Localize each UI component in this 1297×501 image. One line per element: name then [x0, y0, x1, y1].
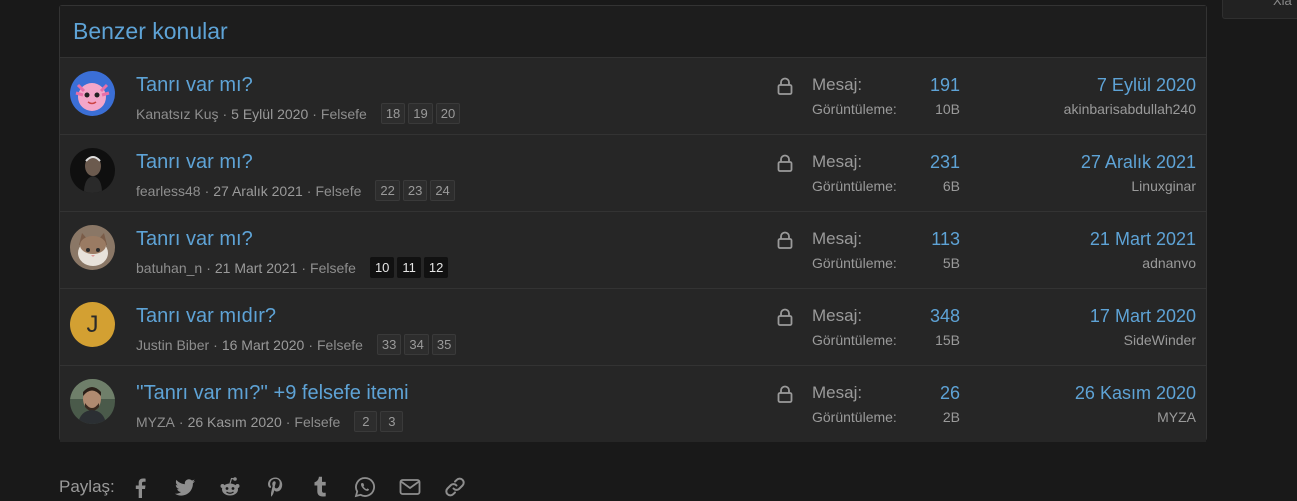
pinterest-icon[interactable]: [264, 476, 286, 498]
last-post-date-link[interactable]: 17 Mart 2020: [1090, 306, 1196, 327]
thread-author-link[interactable]: batuhan_n: [136, 260, 202, 276]
page-link[interactable]: 35: [431, 334, 457, 355]
last-post-date-link[interactable]: 7 Eylül 2020: [1097, 75, 1196, 96]
thread-author-link[interactable]: Justin Biber: [136, 337, 209, 353]
last-poster-link[interactable]: Linuxginar: [1131, 178, 1196, 194]
page-jump: 33 34 35: [376, 334, 457, 355]
page-link[interactable]: 19: [408, 103, 433, 124]
thread-start-date[interactable]: 16 Mart 2020: [222, 337, 305, 353]
last-poster-link[interactable]: SideWinder: [1124, 332, 1196, 348]
thread-start-date[interactable]: 27 Aralık 2021: [213, 183, 303, 199]
avatar[interactable]: [70, 148, 115, 193]
page-link[interactable]: 24: [430, 180, 455, 201]
thread-start-date[interactable]: 21 Mart 2021: [215, 260, 298, 276]
reddit-icon[interactable]: [219, 476, 241, 498]
page-link[interactable]: 23: [402, 180, 428, 201]
page-link[interactable]: 18: [380, 103, 406, 124]
thread-author-link[interactable]: fearless48: [136, 183, 201, 199]
thread-meta: fearless48 · 27 Aralık 2021 · Felsefe 22…: [136, 180, 455, 201]
thread-title-link[interactable]: Tanrı var mı?: [136, 74, 253, 97]
avatar[interactable]: [70, 71, 115, 116]
thread-meta: MYZA · 26 Kasım 2020 · Felsefe 2 3: [136, 411, 404, 432]
page-link[interactable]: 10: [369, 257, 395, 278]
thread-row: Tanrı var mı? batuhan_n · 21 Mart 2021 ·…: [60, 212, 1206, 289]
views-count: 2B: [942, 409, 960, 425]
last-poster-link[interactable]: akinbarisabdullah240: [1064, 101, 1196, 117]
share-label: Paylaş:: [59, 477, 115, 496]
similar-threads-block: Benzer konular Tanrı var mı? Kanatsız Ku…: [59, 5, 1207, 442]
messages-count: 26: [939, 383, 960, 403]
avatar[interactable]: J: [70, 302, 115, 347]
last-poster-link[interactable]: adnanvo: [1142, 255, 1196, 271]
page-jump: 2 3: [354, 411, 404, 432]
messages-count: 231: [929, 152, 960, 172]
last-post-date-link[interactable]: 26 Kasım 2020: [1075, 383, 1196, 404]
lock-icon: [777, 385, 793, 403]
thread-title-link[interactable]: Tanrı var mı?: [136, 228, 253, 251]
page-jump: 18 19 20: [380, 103, 461, 124]
lock-icon: [777, 154, 793, 172]
messages-count: 348: [929, 306, 960, 326]
messages-count: 191: [929, 75, 960, 95]
thread-row: Tanrı var mı? Kanatsız Kuş · 5 Eylül 202…: [60, 58, 1206, 135]
share-bar: Paylaş:: [59, 476, 489, 498]
corner-tab-label: Xia: [1273, 0, 1292, 8]
page-link[interactable]: 2: [354, 411, 378, 432]
thread-author-link[interactable]: MYZA: [136, 414, 175, 430]
avatar[interactable]: [70, 379, 115, 424]
thread-row: J Tanrı var mıdır? Justin Biber · 16 Mar…: [60, 289, 1206, 366]
thread-forum-link[interactable]: Felsefe: [315, 183, 361, 199]
block-title: Benzer konular: [60, 6, 1206, 58]
page-jump: 22 23 24: [375, 180, 455, 201]
thread-meta: Justin Biber · 16 Mart 2020 · Felsefe 33…: [136, 334, 457, 355]
thread-forum-link[interactable]: Felsefe: [294, 414, 340, 430]
lock-icon: [777, 77, 793, 95]
email-icon[interactable]: [399, 476, 421, 498]
thread-meta: batuhan_n · 21 Mart 2021 · Felsefe 10 11…: [136, 257, 449, 278]
thread-title-link[interactable]: ''Tanrı var mı?'' +9 felsefe itemi: [136, 382, 409, 405]
page-link[interactable]: 22: [375, 180, 400, 201]
page-link[interactable]: 12: [423, 257, 449, 278]
thread-meta: Kanatsız Kuş · 5 Eylül 2020 · Felsefe 18…: [136, 103, 461, 124]
lock-icon: [777, 231, 793, 249]
last-post-date-link[interactable]: 27 Aralık 2021: [1081, 152, 1196, 173]
page-link[interactable]: 3: [380, 411, 404, 432]
lock-icon: [777, 308, 793, 326]
thread-title-link[interactable]: Tanrı var mıdır?: [136, 305, 276, 328]
thread-title-link[interactable]: Tanrı var mı?: [136, 151, 253, 174]
last-poster-link[interactable]: MYZA: [1157, 409, 1196, 425]
link-icon[interactable]: [444, 476, 466, 498]
views-count: 5B: [942, 255, 960, 271]
views-count: 15B: [935, 332, 960, 348]
thread-forum-link[interactable]: Felsefe: [310, 260, 356, 276]
thread-forum-link[interactable]: Felsefe: [317, 337, 363, 353]
last-post-date-link[interactable]: 21 Mart 2021: [1090, 229, 1196, 250]
views-count: 6B: [942, 178, 960, 194]
page-link[interactable]: 20: [435, 103, 461, 124]
twitter-icon[interactable]: [174, 476, 196, 498]
thread-row: ''Tanrı var mı?'' +9 felsefe itemi MYZA …: [60, 366, 1206, 442]
whatsapp-icon[interactable]: [354, 476, 376, 498]
tumblr-icon[interactable]: [309, 476, 331, 498]
thread-forum-link[interactable]: Felsefe: [321, 106, 367, 122]
facebook-icon[interactable]: [129, 476, 151, 498]
page-link[interactable]: 11: [397, 257, 421, 278]
avatar[interactable]: [70, 225, 115, 270]
thread-row: Tanrı var mı? fearless48 · 27 Aralık 202…: [60, 135, 1206, 212]
thread-author-link[interactable]: Kanatsız Kuş: [136, 106, 219, 122]
page-link[interactable]: 33: [376, 334, 402, 355]
page-link[interactable]: 34: [404, 334, 429, 355]
thread-start-date[interactable]: 26 Kasım 2020: [188, 414, 282, 430]
messages-count: 113: [931, 229, 960, 249]
views-count: 10B: [935, 101, 960, 117]
page-jump: 10 11 12: [369, 257, 449, 278]
thread-start-date[interactable]: 5 Eylül 2020: [231, 106, 308, 122]
corner-tab[interactable]: Xia: [1222, 0, 1297, 19]
